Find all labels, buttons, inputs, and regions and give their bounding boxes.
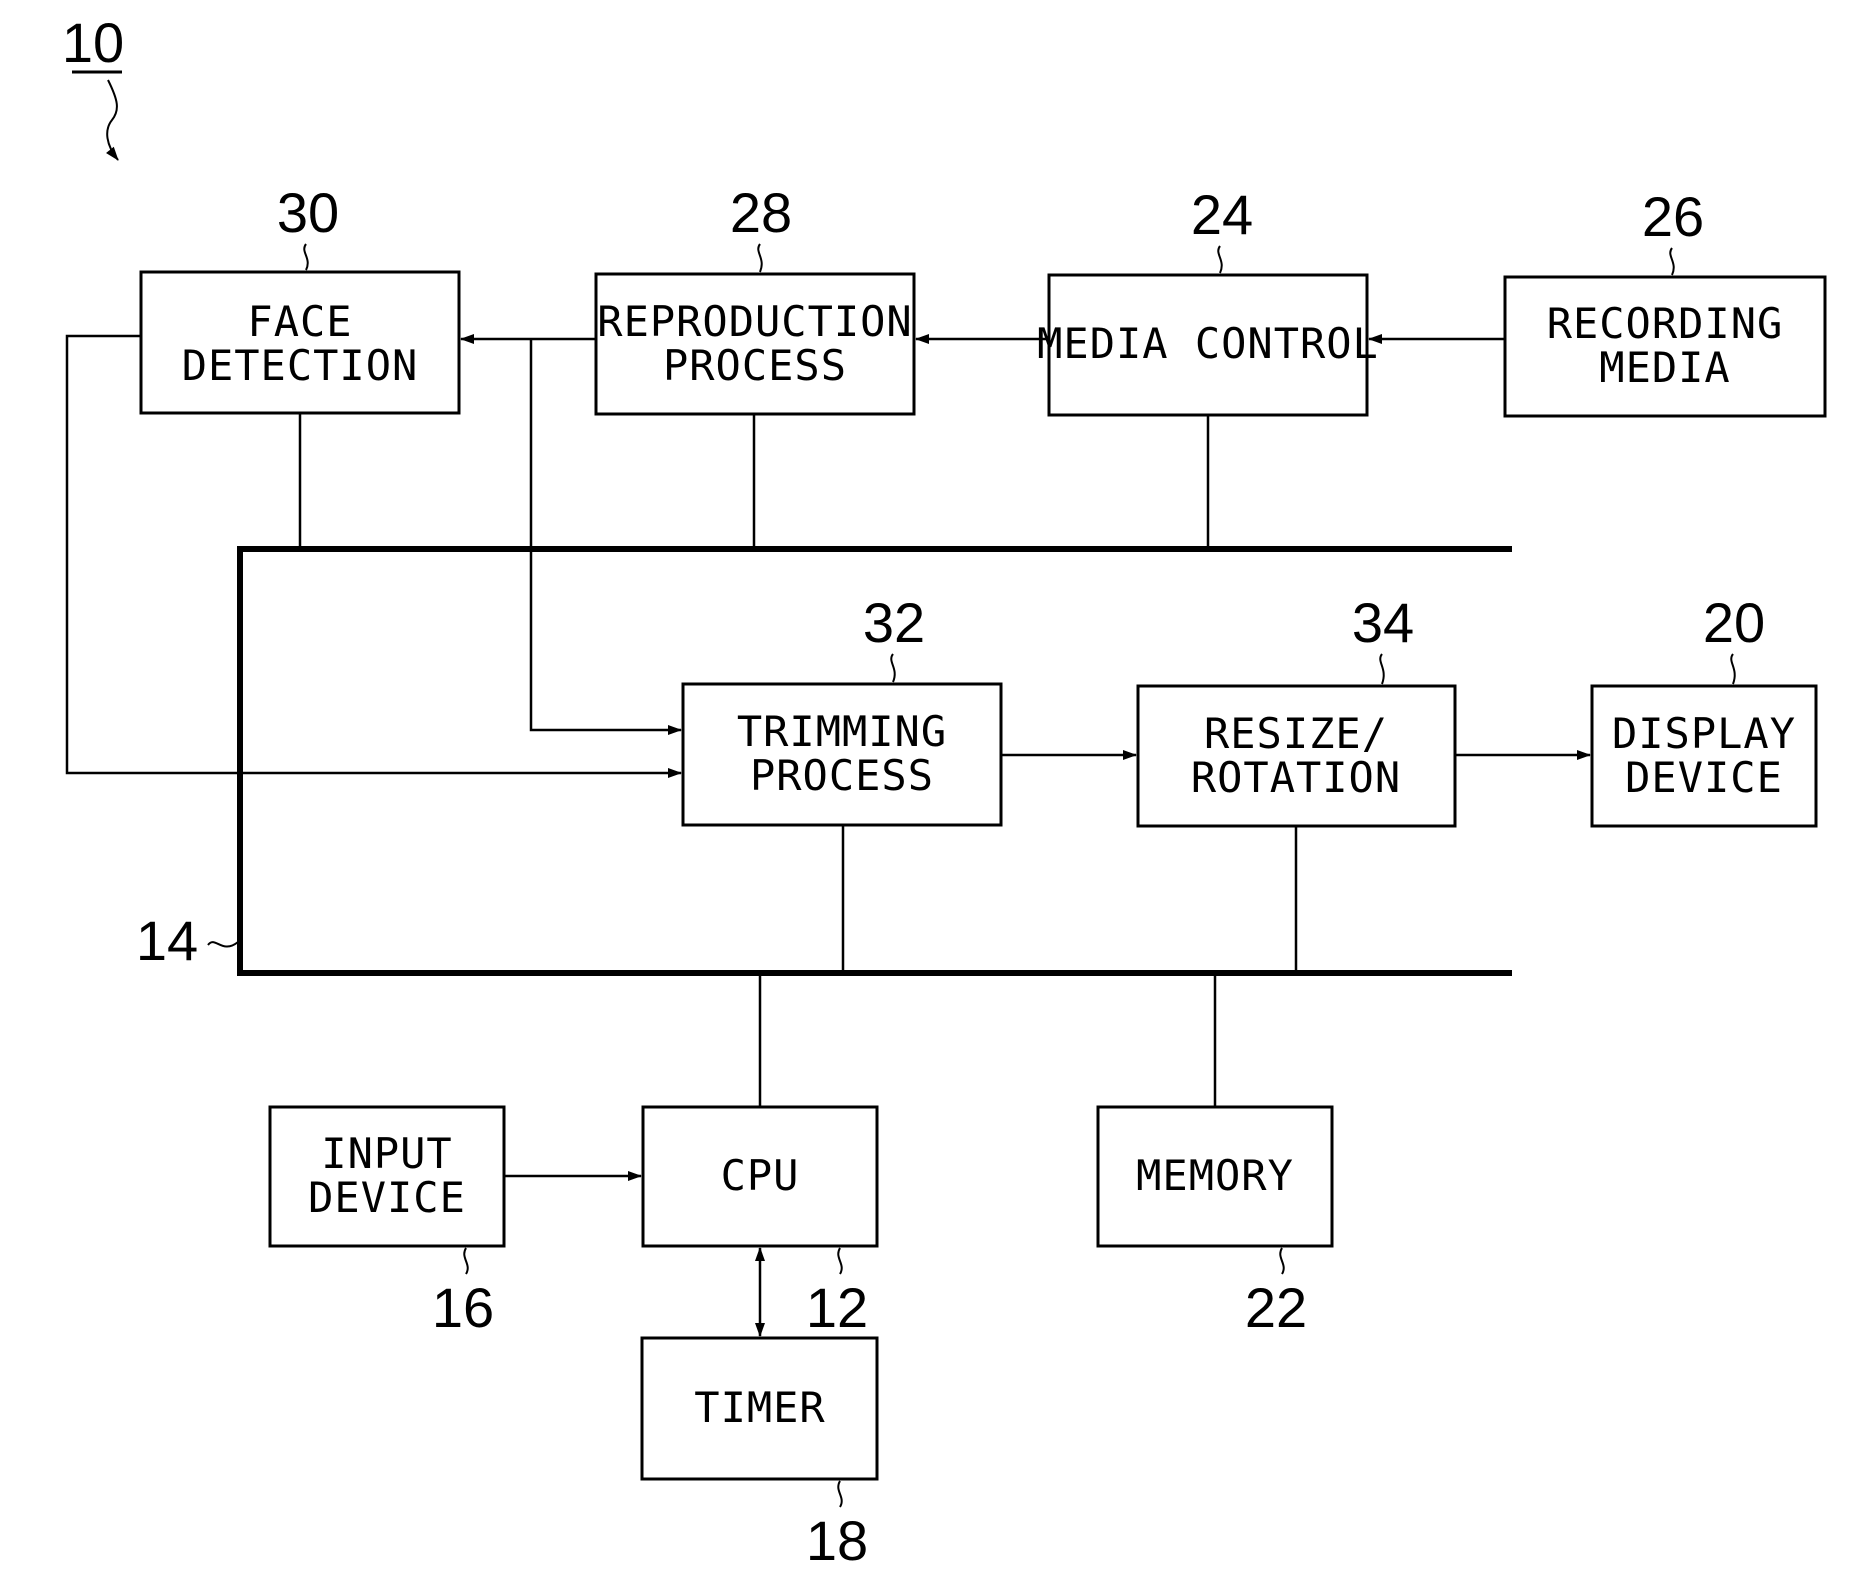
block-ref-label: 34	[1352, 591, 1414, 654]
block-label-line: FACE	[247, 297, 352, 346]
block-reproduction: REPRODUCTION PROCESS 28	[594, 181, 916, 416]
block-trimming: TRIMMING PROCESS 32	[681, 591, 1003, 827]
block-label-line: PROCESS	[750, 751, 934, 800]
block-input-device: INPUT DEVICE 16	[268, 1105, 506, 1339]
block-label-line: DEVICE	[1625, 753, 1783, 802]
block-media-control: MEDIA CONTROL 24	[1037, 183, 1379, 417]
block-label-line: TRIMMING	[737, 707, 947, 756]
block-label-line: TIMER	[694, 1383, 825, 1432]
block-label-line: MEDIA	[1599, 343, 1730, 392]
block-memory: MEMORY 22	[1096, 1105, 1334, 1339]
block-display-device: DISPLAY DEVICE 20	[1590, 591, 1818, 828]
block-label-line: RESIZE/	[1204, 709, 1388, 758]
block-ref-label: 16	[432, 1276, 494, 1339]
block-timer: TIMER 18	[640, 1336, 879, 1572]
block-label-line: REPRODUCTION	[597, 297, 912, 346]
bus-ref-label: 14	[136, 909, 198, 972]
block-label-line: ROTATION	[1191, 753, 1401, 802]
block-face-detection: FACE DETECTION 30	[139, 181, 461, 415]
block-label-line: DEVICE	[308, 1173, 466, 1222]
block-ref-label: 30	[277, 181, 339, 244]
figure-ref-label: 10	[62, 11, 124, 74]
block-label-line: CPU	[721, 1151, 800, 1200]
block-ref-label: 24	[1191, 183, 1253, 246]
bus-ref-leader	[207, 941, 239, 948]
block-resize-rotation: RESIZE/ ROTATION 34	[1136, 591, 1457, 828]
figure-ref-arrow-icon	[105, 79, 119, 161]
block-ref-label: 26	[1642, 185, 1704, 248]
block-ref-label: 18	[806, 1509, 868, 1572]
block-label-line: MEMORY	[1136, 1151, 1294, 1200]
block-label-line: RECORDING	[1547, 299, 1784, 348]
block-recording-media: RECORDING MEDIA 26	[1503, 185, 1827, 418]
block-label-line: DISPLAY	[1612, 709, 1796, 758]
block-label-line: INPUT	[321, 1129, 452, 1178]
block-diagram: 10 14 FACE DETECTION 30 REPRODUCTION PRO…	[62, 11, 1827, 1572]
block-ref-label: 22	[1245, 1276, 1307, 1339]
block-ref-label: 32	[863, 591, 925, 654]
block-label-line: DETECTION	[182, 341, 419, 390]
block-label-line: MEDIA CONTROL	[1037, 319, 1379, 368]
block-label-line: PROCESS	[663, 341, 847, 390]
block-ref-label: 28	[730, 181, 792, 244]
block-ref-label: 20	[1703, 591, 1765, 654]
block-ref-label: 12	[806, 1276, 868, 1339]
